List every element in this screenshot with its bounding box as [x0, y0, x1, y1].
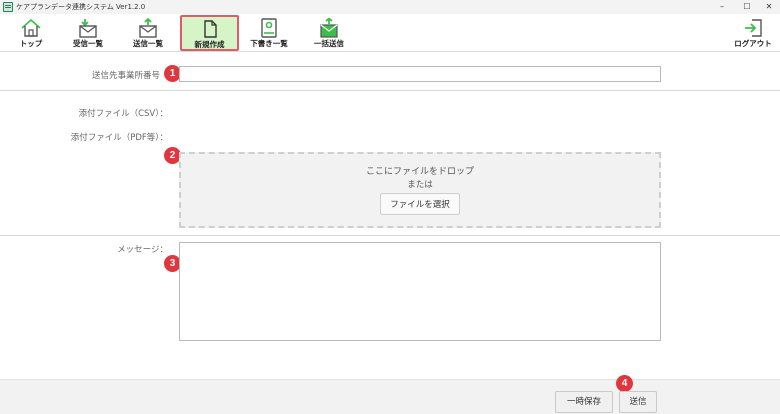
toolbar-new-button[interactable]: 新規作成: [180, 15, 239, 51]
toolbar-top-label: トップ: [19, 39, 43, 48]
bulk-send-icon: [320, 18, 338, 38]
dropzone-text: ここにファイルをドロップ: [365, 167, 474, 177]
select-file-button[interactable]: ファイルを選択: [380, 193, 460, 215]
maximize-button[interactable]: ☐: [740, 1, 754, 13]
toolbar-drafts-label: 下書き一覧: [250, 39, 288, 48]
close-button[interactable]: ✕: [762, 1, 776, 13]
toolbar-drafts-button[interactable]: 下書き一覧: [243, 16, 295, 50]
logout-icon: [745, 19, 762, 37]
attach-pdf-label: 添付ファイル（PDF等）：: [70, 133, 168, 143]
message-label: メッセージ：: [117, 245, 168, 255]
toolbar-outbox-label: 送信一覧: [133, 39, 163, 48]
toolbar-new-label: 新規作成: [194, 40, 225, 49]
window-title: ケアプランデータ連携システム Ver1.2.0: [16, 3, 146, 11]
toolbar-bulk-send-label: 一括送信: [314, 39, 344, 48]
app-icon: [3, 2, 13, 12]
section-divider: [0, 235, 780, 236]
toolbar-top-button[interactable]: トップ: [5, 16, 57, 50]
toolbar-outbox-button[interactable]: 送信一覧: [122, 16, 174, 50]
logout-button[interactable]: ログアウト: [726, 16, 780, 50]
main-toolbar: トップ 受信一覧 送信一覧 新規作成 下書き一覧 一括送信 ログアウト: [0, 14, 780, 52]
destination-label: 送信先事業所番号: [91, 71, 160, 81]
draft-list-icon: [261, 18, 277, 38]
step-badge-4: 4: [616, 375, 633, 392]
attach-csv-label: 添付ファイル（CSV）：: [78, 109, 168, 119]
file-dropzone[interactable]: ここにファイルをドロップ または ファイルを選択: [179, 152, 661, 228]
house-icon: [21, 18, 41, 37]
toolbar-inbox-label: 受信一覧: [73, 39, 103, 48]
toolbar-bulk-send-button[interactable]: 一括送信: [303, 16, 355, 50]
footer-bar: [0, 379, 780, 414]
message-textarea[interactable]: [179, 242, 661, 341]
toolbar-inbox-button[interactable]: 受信一覧: [62, 16, 114, 50]
destination-input[interactable]: [179, 66, 661, 82]
title-bar: ケアプランデータ連携システム Ver1.2.0 – ☐ ✕: [0, 0, 780, 14]
envelope-outbox-icon: [139, 18, 157, 38]
send-button[interactable]: 送信: [619, 391, 657, 413]
section-divider: [0, 90, 780, 91]
logout-label: ログアウト: [734, 39, 772, 48]
envelope-inbox-icon: [79, 19, 97, 38]
minimize-button[interactable]: –: [715, 1, 729, 13]
save-draft-button[interactable]: 一時保存: [555, 391, 613, 413]
dropzone-or-text: または: [407, 180, 433, 190]
new-document-icon: [203, 20, 217, 38]
